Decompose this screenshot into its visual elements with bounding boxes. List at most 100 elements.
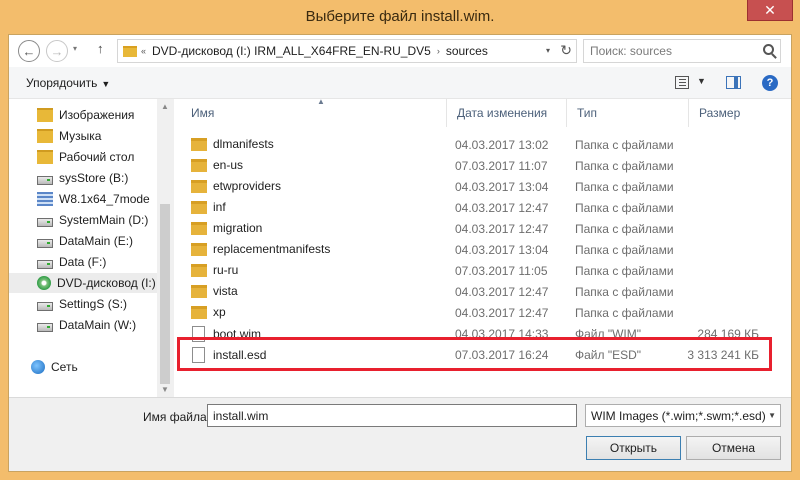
file-type-value: WIM Images (*.wim;*.swm;*.esd) — [591, 409, 766, 423]
file-open-dialog: Выберите файл install.wim. ✕ ← → ▾ ↑ « D… — [0, 0, 800, 480]
file-date: 04.03.2017 12:47 — [455, 201, 549, 215]
file-type: Папка с файлами — [575, 306, 674, 320]
chevron-down-icon: ▼ — [766, 411, 776, 420]
bottom-panel: Имя файла: install.wim WIM Images (*.wim… — [9, 397, 791, 471]
column-header-type[interactable]: Тип — [567, 99, 689, 127]
breadcrumb-sources[interactable]: sources — [446, 44, 488, 58]
folder-icon — [191, 200, 207, 214]
organize-label: Упорядочить — [26, 76, 98, 90]
file-date: 04.03.2017 12:47 — [455, 306, 549, 320]
column-header-label: Имя — [191, 106, 215, 120]
folder-icon — [37, 129, 53, 143]
filename-input[interactable]: install.wim — [207, 404, 577, 427]
address-bar[interactable]: « DVD-дисковод (I:) IRM_ALL_X64FRE_EN-RU… — [117, 39, 577, 63]
file-type: Папка с файлами — [575, 243, 674, 257]
drive-icon — [37, 259, 53, 269]
folder-icon — [191, 179, 207, 193]
back-button[interactable]: ← — [18, 40, 40, 62]
nav-item-drive-w[interactable]: DataMain (W:) — [37, 315, 136, 335]
list-item[interactable]: inf 04.03.2017 12:47 Папка с файлами — [181, 197, 771, 218]
window-title: Выберите файл install.wim. — [305, 8, 495, 25]
search-icon[interactable] — [763, 44, 774, 55]
list-item[interactable]: migration 04.03.2017 12:47 Папка с файла… — [181, 218, 771, 239]
refresh-button[interactable]: ↻ — [560, 42, 572, 59]
scroll-up-icon[interactable]: ▲ — [161, 102, 169, 111]
nav-item-drive-s[interactable]: SettingS (S:) — [37, 294, 127, 314]
nav-item-drive-f[interactable]: Data (F:) — [37, 252, 106, 272]
list-item[interactable]: etwproviders 04.03.2017 13:04 Папка с фа… — [181, 176, 771, 197]
scroll-down-icon[interactable]: ▼ — [161, 385, 169, 394]
toolbar: Упорядочить ▼ ▼ ? — [9, 67, 791, 99]
help-icon[interactable]: ? — [762, 75, 778, 91]
file-date: 04.03.2017 13:04 — [455, 180, 549, 194]
file-type: Папка с файлами — [575, 222, 674, 236]
nav-item-network[interactable]: Сеть — [31, 357, 78, 377]
nav-item-label: DataMain (E:) — [59, 234, 134, 248]
forward-button[interactable]: → — [46, 40, 68, 62]
up-button[interactable]: ↑ — [97, 41, 104, 56]
title-bar[interactable]: Выберите файл install.wim. ✕ — [0, 0, 800, 34]
list-item[interactable]: en-us 07.03.2017 11:07 Папка с файлами — [181, 155, 771, 176]
file-type: Папка с файлами — [575, 180, 674, 194]
file-type: Папка с файлами — [575, 285, 674, 299]
file-type: Папка с файлами — [575, 264, 674, 278]
drive-icon — [37, 301, 53, 311]
drive-icon — [37, 238, 53, 248]
preview-pane-icon[interactable] — [726, 76, 741, 89]
folder-icon — [191, 137, 207, 151]
file-name: ru-ru — [213, 263, 239, 277]
column-header-name[interactable]: Имя ▲ — [181, 97, 447, 127]
list-item[interactable]: vista 04.03.2017 12:47 Папка с файлами — [181, 281, 771, 302]
search-placeholder: Поиск: sources — [590, 44, 672, 58]
list-item[interactable]: replacementmanifests 04.03.2017 13:04 Па… — [181, 239, 771, 260]
recent-locations-dropdown[interactable]: ▾ — [73, 44, 77, 53]
address-dropdown[interactable]: ▾ — [546, 46, 550, 55]
nav-item-label: Сеть — [51, 360, 78, 374]
sort-ascending-icon: ▲ — [317, 97, 325, 106]
nav-item-dvd-drive[interactable]: DVD-дисковод (I:) — [9, 273, 157, 293]
nav-item-w81[interactable]: W8.1x64_7mode — [37, 189, 150, 209]
nav-item-label: DataMain (W:) — [59, 318, 137, 332]
breadcrumb-separator[interactable]: › — [437, 46, 440, 56]
file-type: Папка с файлами — [575, 159, 674, 173]
open-button[interactable]: Открыть — [586, 436, 681, 460]
nav-item-drive-e[interactable]: DataMain (E:) — [37, 231, 133, 251]
dialog-client: ← → ▾ ↑ « DVD-дисковод (I:) IRM_ALL_X64F… — [8, 34, 792, 472]
file-date: 04.03.2017 13:02 — [455, 138, 549, 152]
folder-icon — [37, 150, 53, 164]
filename-label: Имя файла: — [143, 410, 210, 424]
dvd-icon — [37, 276, 51, 290]
nav-item-pictures[interactable]: Изображения — [37, 105, 134, 125]
list-item[interactable]: dlmanifests 04.03.2017 13:02 Папка с фай… — [181, 134, 771, 155]
folder-icon — [191, 221, 207, 235]
breadcrumb-drive[interactable]: DVD-дисковод (I:) IRM_ALL_X64FRE_EN-RU_D… — [152, 44, 431, 58]
column-header-size[interactable]: Размер — [689, 99, 773, 127]
red-highlight-annotation — [177, 337, 772, 371]
file-type: Папка с файлами — [575, 138, 674, 152]
file-name: etwproviders — [213, 179, 282, 193]
navigation-pane: Изображения Музыка Рабочий стол sysStore… — [9, 99, 157, 397]
cancel-button[interactable]: Отмена — [686, 436, 781, 460]
scrollbar-thumb[interactable] — [160, 204, 170, 384]
column-header-date[interactable]: Дата изменения — [447, 99, 567, 127]
breadcrumb-overflow[interactable]: « — [141, 46, 146, 56]
nav-item-drive-d[interactable]: SystemMain (D:) — [37, 210, 148, 230]
organize-button[interactable]: Упорядочить ▼ — [26, 76, 110, 90]
file-date: 07.03.2017 11:05 — [455, 264, 548, 278]
nav-item-drive-b[interactable]: sysStore (B:) — [37, 168, 128, 188]
nav-item-label: Рабочий стол — [59, 150, 135, 164]
file-type-select[interactable]: WIM Images (*.wim;*.swm;*.esd) ▼ — [585, 404, 781, 427]
view-dropdown[interactable]: ▼ — [697, 76, 706, 86]
nav-item-music[interactable]: Музыка — [37, 126, 101, 146]
search-input[interactable]: Поиск: sources — [583, 39, 781, 63]
nav-item-label: SystemMain (D:) — [59, 213, 149, 227]
nav-item-desktop[interactable]: Рабочий стол — [37, 147, 134, 167]
list-item[interactable]: ru-ru 07.03.2017 11:05 Папка с файлами — [181, 260, 771, 281]
folder-icon — [191, 284, 207, 298]
view-options-icon[interactable] — [675, 76, 689, 89]
nav-item-label: sysStore (B:) — [59, 171, 129, 185]
chevron-down-icon: ▼ — [101, 79, 111, 89]
list-item[interactable]: xp 04.03.2017 12:47 Папка с файлами — [181, 302, 771, 323]
nav-pane-scrollbar[interactable]: ▲ ▼ — [157, 99, 174, 397]
close-button[interactable]: ✕ — [747, 0, 793, 21]
